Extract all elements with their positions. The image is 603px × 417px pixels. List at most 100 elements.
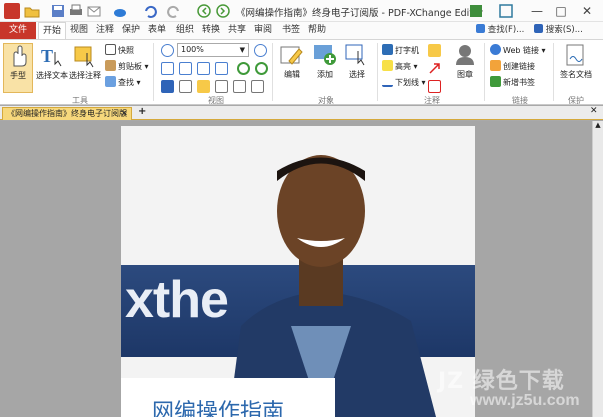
highlight-button[interactable]: 高亮 ▾ [382, 60, 418, 73]
sign-document-button[interactable]: 签名文档 [556, 43, 596, 80]
clipboard-button[interactable]: 剪贴板 ▾ [105, 60, 149, 73]
email-icon[interactable] [86, 3, 102, 19]
tab-view[interactable]: 视图 [68, 22, 90, 39]
clipboard-label: 剪贴板 [118, 62, 142, 71]
tab-review[interactable]: 审阅 [252, 22, 274, 39]
links-group-label: 链接 [512, 96, 528, 105]
find-button[interactable]: 查找(F)... [476, 23, 524, 38]
link-icon [490, 60, 501, 71]
underline-button[interactable]: 下划线 ▾ [382, 76, 426, 89]
zoom-combo[interactable]: 100% ▼ [177, 43, 249, 57]
snapshot-button[interactable]: 快照 [105, 44, 134, 57]
redo-icon[interactable] [166, 3, 182, 19]
pages-icon[interactable] [179, 80, 192, 93]
svg-text:T: T [41, 46, 53, 66]
typewriter-icon [382, 44, 393, 55]
separator [553, 43, 554, 101]
tab-bookmark[interactable]: 书签 [280, 22, 302, 39]
tab-comment[interactable]: 注释 [94, 22, 116, 39]
save-icon[interactable] [50, 3, 66, 19]
tab-file[interactable]: 文件 [0, 22, 36, 39]
document-tab[interactable]: 《网编操作指南》终身电子订阅版 ✕ [2, 107, 132, 120]
arrow-icon[interactable] [428, 62, 441, 75]
layers-icon[interactable] [233, 80, 246, 93]
close-document-icon[interactable]: ✕ [590, 106, 598, 116]
pdf-page: xthe 网编操作指南 [121, 126, 475, 417]
fullscreen-icon[interactable] [498, 3, 514, 19]
close-button[interactable]: ✕ [578, 2, 596, 20]
tab-help[interactable]: 帮助 [306, 22, 328, 39]
note-icon[interactable] [428, 44, 441, 57]
minimize-button[interactable]: — [528, 2, 546, 20]
document-tab-bar: 《网编操作指南》终身电子订阅版 ✕ + ✕ [0, 106, 603, 120]
ribbon: 手型 T 选择文本 选择注释 快照 剪贴板 ▾ 查找 ▾ 工具 100% ▼ 视… [0, 39, 603, 105]
find-tool-button[interactable]: 查找 ▾ [105, 76, 141, 89]
add-label: 添加 [317, 70, 333, 79]
fit-page-icon[interactable] [161, 62, 174, 75]
clipboard-icon [105, 60, 116, 71]
view-group-label: 视图 [208, 96, 224, 105]
search-label: 搜索(S)... [545, 25, 583, 35]
create-link-button[interactable]: 创建链接 [490, 60, 535, 73]
new-bookmark-label: 新增书签 [503, 78, 535, 87]
comments-panel-icon[interactable] [197, 80, 210, 93]
add-button[interactable]: 添加 [310, 43, 340, 80]
scroll-up-icon[interactable]: ▲ [593, 121, 603, 131]
stamp-label: 图章 [457, 70, 473, 79]
separator [272, 43, 273, 101]
watermark-url: www.jz5u.com [470, 392, 580, 409]
web-links-button[interactable]: Web 链接 ▾ [490, 44, 546, 57]
typewriter-button[interactable]: 打字机 [382, 44, 419, 57]
tab-convert[interactable]: 转换 [200, 22, 222, 39]
properties-icon[interactable] [251, 80, 264, 93]
options-icon[interactable] [468, 3, 484, 19]
document-tab-label: 《网编操作指南》终身电子订阅版 [7, 109, 127, 118]
window-title: 《网编操作指南》终身电子订阅版 - PDF-XChange Editor [236, 8, 483, 19]
find-icon [476, 24, 485, 33]
tab-share[interactable]: 共享 [226, 22, 248, 39]
undo-icon[interactable] [142, 3, 158, 19]
back-icon[interactable] [196, 3, 212, 19]
bookmark-icon[interactable] [161, 80, 174, 93]
underline-label: 下划线 [395, 78, 419, 87]
edit-icon [279, 43, 305, 67]
chevron-down-icon: ▼ [239, 46, 245, 54]
zoom-out-icon[interactable] [161, 44, 174, 57]
open-icon[interactable] [24, 3, 40, 19]
cloud-icon[interactable] [112, 3, 128, 19]
add-icon [312, 43, 338, 67]
search-icon [534, 24, 543, 33]
tab-protect[interactable]: 保护 [120, 22, 142, 39]
zoom-in-icon[interactable] [254, 44, 267, 57]
protect-group-label: 保护 [568, 96, 584, 105]
close-tab-icon[interactable]: ✕ [120, 108, 128, 120]
create-link-label: 创建链接 [503, 62, 535, 71]
rectangle-icon[interactable] [428, 80, 441, 93]
hand-tool-button[interactable]: 手型 [3, 43, 33, 93]
print-icon[interactable] [68, 3, 84, 19]
snapshot-label: 快照 [118, 46, 134, 55]
rotate-left-icon[interactable] [237, 62, 250, 75]
actual-size-icon[interactable] [215, 62, 228, 75]
maximize-button[interactable]: □ [552, 2, 570, 20]
fit-width-icon[interactable] [179, 62, 192, 75]
select-comment-button[interactable]: 选择注释 [69, 44, 101, 81]
highlight-label: 高亮 [395, 62, 411, 71]
search-button[interactable]: 搜索(S)... [534, 23, 583, 38]
select-text-label: 选择文本 [36, 71, 68, 80]
new-tab-icon[interactable]: + [138, 106, 146, 117]
forward-icon[interactable] [215, 3, 231, 19]
vertical-scrollbar[interactable]: ▲ [592, 121, 603, 417]
select-object-button[interactable]: 选择 [342, 43, 372, 80]
app-logo-icon [4, 3, 20, 19]
tab-organize[interactable]: 组织 [174, 22, 196, 39]
select-text-button[interactable]: T 选择文本 [36, 44, 68, 81]
tab-home[interactable]: 开始 [38, 22, 66, 39]
edit-button[interactable]: 编辑 [278, 43, 306, 80]
stamp-button[interactable]: 图章 [450, 43, 480, 80]
new-bookmark-button[interactable]: 新增书签 [490, 76, 535, 89]
tab-form[interactable]: 表单 [146, 22, 168, 39]
attachment-icon[interactable] [215, 80, 228, 93]
rotate-right-icon[interactable] [255, 62, 268, 75]
fit-visible-icon[interactable] [197, 62, 210, 75]
